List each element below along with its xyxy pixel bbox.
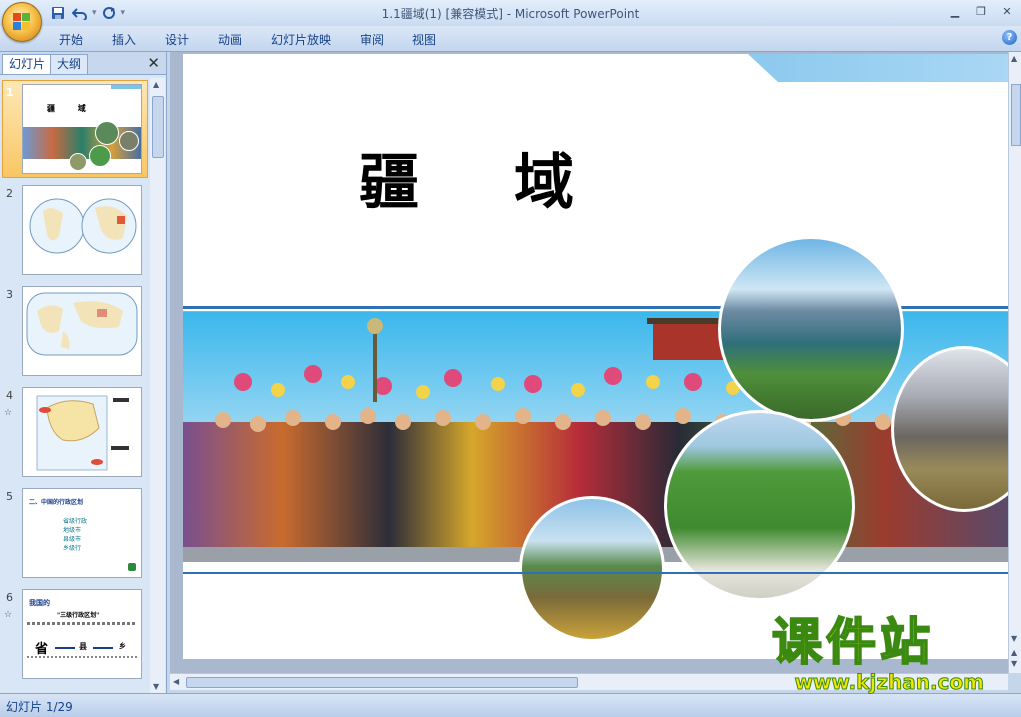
thumbnail-heading: 二、中国的行政区划 — [29, 499, 84, 506]
pane-tabs: 幻灯片 大纲 ✕ — [0, 52, 166, 75]
tab-slides[interactable]: 幻灯片 — [2, 54, 53, 74]
tab-animations[interactable]: 动画 — [218, 31, 242, 48]
title-bar: ▾ ▾ 1.1疆域(1) [兼容模式] - Microsoft PowerPoi… — [0, 0, 1021, 42]
slide-vertical-scrollbar[interactable]: ▲ ▼ ▲ ▼ — [1008, 52, 1021, 673]
thumbnails-scrollbar[interactable]: ▲ ▼ — [150, 78, 165, 693]
office-button[interactable] — [2, 2, 42, 42]
china-map-icon — [36, 395, 129, 471]
slide-thumbnail-6[interactable]: 6 ☆ 我国的 "三级行政区划" 省 县 乡 — [0, 585, 150, 681]
thumbnail-bullet: 地级市 — [63, 527, 82, 534]
minimize-icon[interactable]: ▁ — [943, 2, 967, 20]
thumbnail-subheading: "三级行政区划" — [57, 612, 100, 619]
help-icon[interactable]: ? — [1002, 30, 1017, 45]
tab-slideshow[interactable]: 幻灯片放映 — [271, 31, 331, 48]
scrollbar-thumb[interactable] — [1011, 84, 1021, 146]
thumbnail-small-text: 乡 — [119, 642, 126, 650]
pane-close-icon[interactable]: ✕ — [147, 54, 160, 72]
thumbnail-title: 疆 域 — [47, 103, 96, 113]
thumbnail-preview: 二、中国的行政区划 省级行政 地级市 县级市 乡级行 — [22, 488, 142, 578]
slide-thumbnails: 1 疆 域 2 3 4 ☆ 5 二、中国的行政区划 省级行政 地级市 县级市 乡… — [0, 78, 150, 693]
title-char: 域 — [514, 148, 669, 218]
slide-editor: 疆域 — [170, 52, 1008, 673]
animation-star-icon: ☆ — [4, 610, 13, 620]
tab-insert[interactable]: 插入 — [112, 31, 136, 48]
title-char: 疆 — [359, 148, 514, 218]
tab-outline[interactable]: 大纲 — [50, 54, 89, 74]
slide-thumbnail-4[interactable]: 4 ☆ — [0, 383, 150, 479]
thumbnail-preview: 疆 域 — [22, 84, 142, 174]
thumbnail-number: 1 — [6, 86, 14, 99]
scrollbar-thumb[interactable] — [152, 96, 164, 158]
thumbnail-bullet: 省级行政 — [63, 518, 88, 525]
sound-icon — [128, 563, 136, 571]
thumbnail-number: 5 — [6, 490, 13, 503]
scroll-up-icon[interactable]: ▲ — [153, 80, 159, 89]
thumbnail-preview — [22, 185, 142, 275]
scroll-left-icon[interactable]: ◀ — [173, 677, 179, 686]
photo-band — [183, 236, 1008, 642]
office-logo-icon — [13, 13, 31, 31]
top-decor-band — [748, 54, 1008, 82]
tab-design[interactable]: 设计 — [165, 31, 189, 48]
scroll-down-icon[interactable]: ▼ — [153, 682, 159, 691]
watermark-brand: 课件站 — [771, 613, 934, 671]
window-controls: ▁ ❐ ✕ — [943, 2, 1019, 20]
thumbnail-number: 2 — [6, 187, 13, 200]
slide-title[interactable]: 疆域 — [359, 134, 669, 221]
slide-thumbnail-2[interactable]: 2 — [0, 181, 150, 277]
tab-review[interactable]: 审阅 — [360, 31, 384, 48]
thumbnail-number: 6 — [6, 591, 13, 604]
world-map-icon — [26, 292, 138, 356]
window-title: 1.1疆域(1) [兼容模式] - Microsoft PowerPoint — [381, 7, 640, 21]
scroll-up-icon[interactable]: ▲ — [1011, 54, 1017, 63]
thumbnail-number: 3 — [6, 288, 13, 301]
status-bar: 幻灯片 1/29 — [0, 693, 1021, 717]
thumbnail-bullets: 省级行政 地级市 县级市 乡级行 — [63, 517, 87, 553]
world-hemispheres-icon — [29, 198, 137, 254]
mountain-lake-photo — [718, 236, 904, 422]
band-bottom-line — [183, 572, 1008, 574]
animation-star-icon: ☆ — [4, 408, 13, 418]
thumbnail-mid-text: 县 — [79, 642, 87, 651]
thumbnail-preview — [22, 286, 142, 376]
slide-counter: 幻灯片 1/29 — [6, 700, 73, 714]
close-icon[interactable]: ✕ — [995, 2, 1019, 20]
thumbnail-heading: 我国的 — [29, 599, 50, 607]
previous-slide-icon[interactable]: ▲ — [1011, 648, 1017, 657]
slide-thumbnail-3[interactable]: 3 — [0, 282, 150, 378]
watermark-logo: 课件站 www.kjzhan.com — [771, 613, 1002, 695]
slides-pane: 幻灯片 大纲 ✕ 1 疆 域 2 3 4 ☆ 5 二、中国的行政区划 省级行政 … — [0, 52, 167, 693]
thumbnail-bullet: 乡级行 — [63, 545, 82, 552]
next-slide-icon[interactable]: ▼ — [1011, 659, 1017, 668]
thumbnail-preview: 我国的 "三级行政区划" 省 县 乡 — [22, 589, 142, 679]
scroll-down-icon[interactable]: ▼ — [1011, 634, 1017, 643]
thumbnail-bullet: 县级市 — [63, 536, 82, 543]
tab-view[interactable]: 视图 — [412, 31, 436, 48]
slide-thumbnail-1[interactable]: 1 疆 域 — [0, 80, 150, 178]
slide-thumbnail-5[interactable]: 5 二、中国的行政区划 省级行政 地级市 县级市 乡级行 — [0, 484, 150, 580]
slide-canvas[interactable]: 疆域 — [183, 54, 1008, 659]
watermark-url: www.kjzhan.com — [794, 670, 985, 695]
thumbnail-big-text: 省 — [35, 642, 49, 657]
tab-home[interactable]: 开始 — [59, 31, 83, 48]
thumbnail-preview — [22, 387, 142, 477]
scrollbar-thumb[interactable] — [186, 677, 578, 688]
restore-icon[interactable]: ❐ — [969, 2, 993, 20]
ribbon-tabs: 开始 插入 设计 动画 幻灯片放映 审阅 视图 ? — [0, 26, 1021, 52]
thumbnail-number: 4 — [6, 389, 13, 402]
great-wall-photo — [519, 496, 665, 642]
